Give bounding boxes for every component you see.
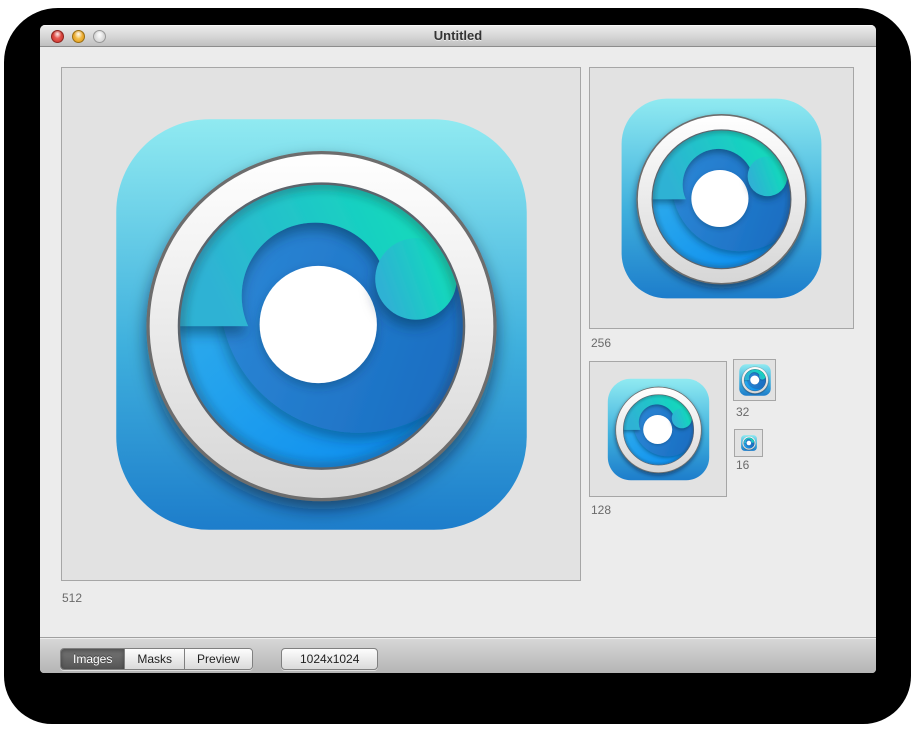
app-window: Untitled 512 256 128 32 16 Images Masks … [40,25,876,673]
preview-label-256: 256 [591,336,611,350]
app-icon-256-image [620,97,823,300]
preview-box-32[interactable] [733,359,776,401]
preview-box-16[interactable] [734,429,763,457]
preview-label-128: 128 [591,503,611,517]
window-title: Untitled [40,28,876,43]
screen: Untitled 512 256 128 32 16 Images Masks … [0,0,915,729]
segment-preview[interactable]: Preview [185,649,252,669]
app-icon-16-image [741,435,757,451]
preview-box-256[interactable] [589,67,854,329]
app-icon-32-image [739,364,771,396]
canvas-size-button[interactable]: 1024x1024 [281,648,378,670]
view-segmented-control: Images Masks Preview [60,648,253,670]
bottom-toolbar: Images Masks Preview 1024x1024 [40,637,876,673]
preview-label-16: 16 [736,458,749,472]
app-icon-512-image [113,116,530,533]
preview-box-128[interactable] [589,361,727,497]
preview-box-512[interactable] [61,67,581,581]
preview-label-32: 32 [736,405,749,419]
segment-images[interactable]: Images [61,649,125,669]
app-icon-128-image [607,378,710,481]
segment-masks[interactable]: Masks [125,649,185,669]
title-bar[interactable]: Untitled [40,25,876,47]
preview-label-512: 512 [62,591,82,605]
